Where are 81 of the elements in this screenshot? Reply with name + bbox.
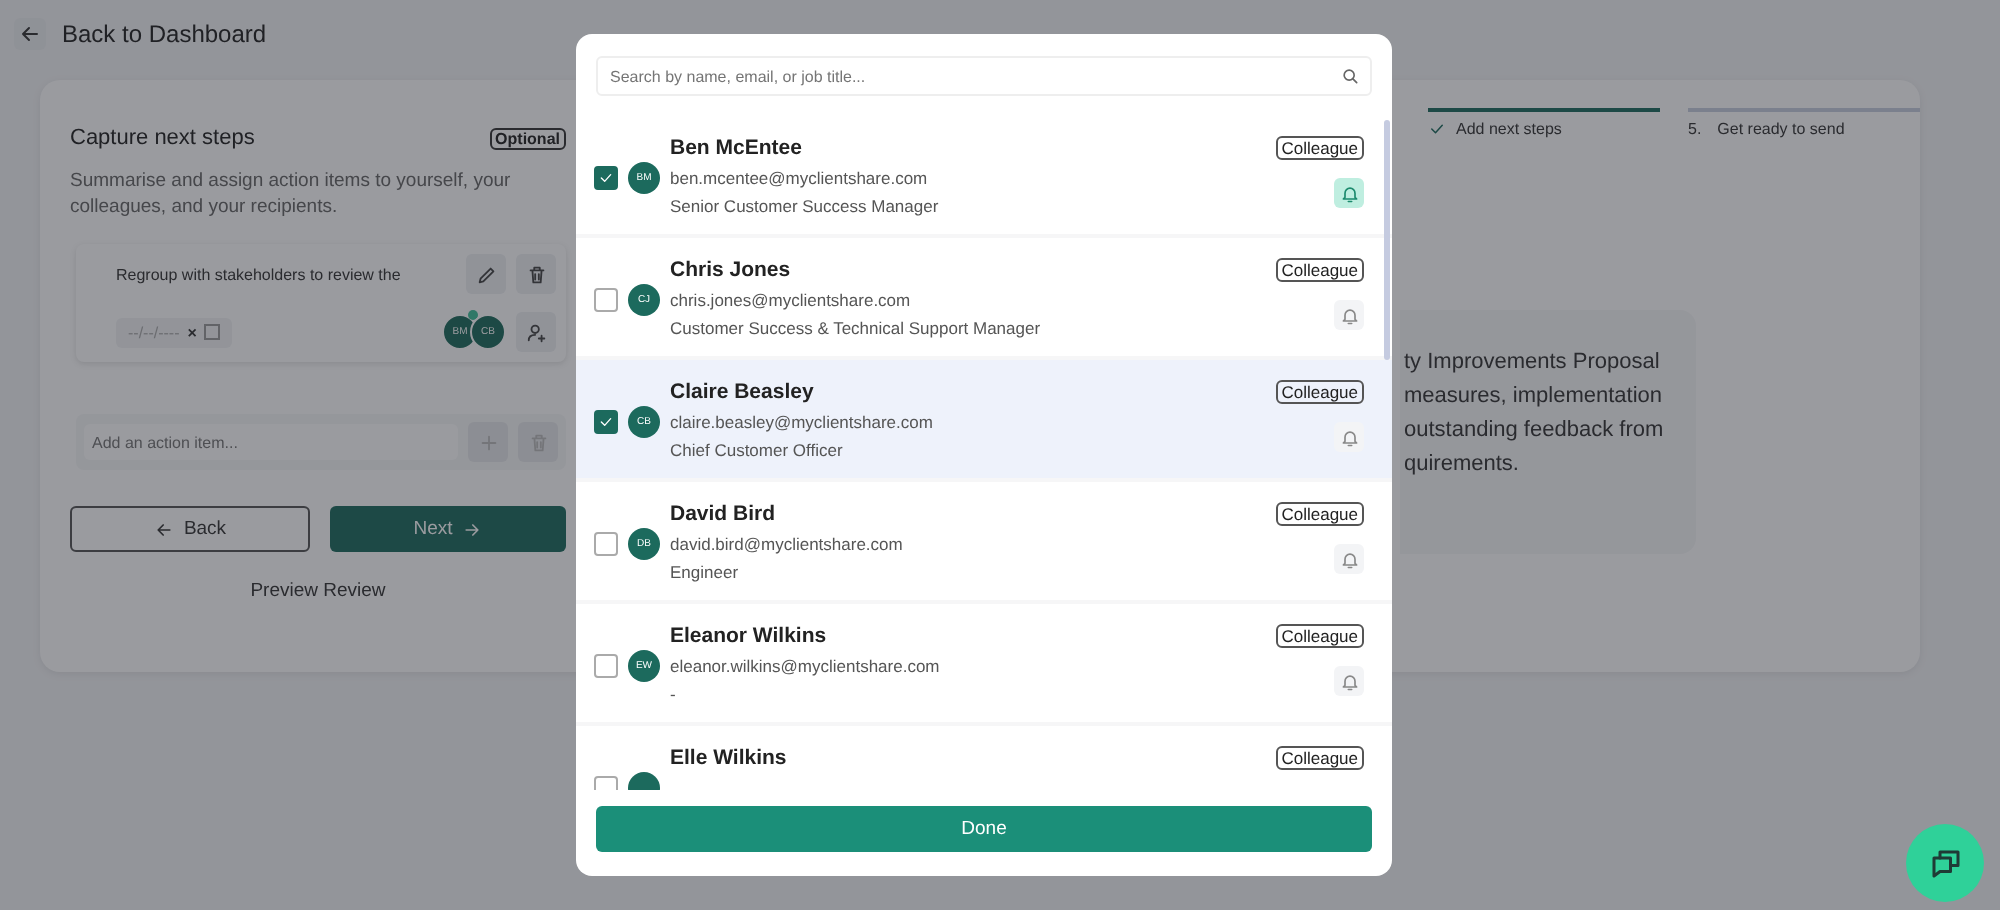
person-checkbox[interactable]	[594, 654, 618, 678]
person-email: ben.mcentee@myclientshare.com	[670, 168, 930, 188]
date-placeholder: --/--/----	[128, 323, 180, 341]
notify-button[interactable]	[1334, 178, 1364, 208]
preview-review-link[interactable]: Preview Review	[70, 580, 566, 602]
person-checkbox[interactable]	[594, 166, 618, 190]
optional-tag: Optional	[489, 127, 566, 149]
person-name: Chris Jones	[670, 258, 793, 282]
summary-text-line: outstanding feedback from	[1404, 416, 1666, 446]
person-row[interactable]: Elle Wilkins Colleague	[576, 726, 1392, 790]
person-checkbox[interactable]	[594, 288, 618, 312]
bell-icon	[1339, 183, 1359, 203]
colleague-tag: Colleague	[1275, 502, 1364, 526]
date-field[interactable]: --/--/---- ×	[116, 317, 233, 347]
bell-icon	[1339, 549, 1359, 569]
notify-button[interactable]	[1334, 666, 1364, 696]
bell-icon	[1339, 305, 1359, 325]
person-email: chris.jones@myclientshare.com	[670, 290, 913, 310]
assign-button[interactable]	[516, 312, 556, 352]
date-checkbox[interactable]	[204, 324, 221, 340]
trash-icon	[527, 431, 549, 453]
action-item-text: Regroup with stakeholders to review the	[116, 265, 403, 283]
step-label: Get ready to send	[1717, 120, 1845, 138]
summary-text-line: measures, implementation	[1404, 382, 1665, 412]
step-label: Add next steps	[1456, 120, 1562, 138]
colleague-tag: Colleague	[1275, 624, 1364, 648]
bell-icon	[1339, 671, 1359, 691]
clear-date-button[interactable]: ×	[187, 323, 197, 341]
back-to-dashboard-link[interactable]: Back to Dashboard	[62, 20, 267, 48]
person-email: david.bird@myclientshare.com	[670, 534, 905, 554]
add-user-icon	[525, 321, 547, 343]
notify-button[interactable]	[1334, 544, 1364, 574]
person-checkbox[interactable]	[594, 532, 618, 556]
delete-button[interactable]	[516, 254, 556, 294]
back-button[interactable]: Back	[70, 506, 310, 552]
chat-button[interactable]	[1906, 824, 1984, 902]
person-email: eleanor.wilkins@myclientshare.com	[670, 656, 942, 676]
person-name: David Bird	[670, 502, 778, 526]
bell-icon	[1339, 427, 1359, 447]
chat-icon	[1927, 845, 1963, 881]
step-number: 5.	[1688, 120, 1702, 138]
person-email: claire.beasley@myclientshare.com	[670, 412, 935, 432]
back-arrow-icon	[18, 22, 42, 46]
colleague-tag: Colleague	[1275, 136, 1364, 160]
search-icon	[1340, 66, 1360, 86]
check-icon	[1428, 120, 1446, 138]
notify-button[interactable]	[1334, 422, 1364, 452]
summary-text-line: quirements.	[1404, 450, 1521, 480]
done-button[interactable]: Done	[596, 806, 1372, 852]
check-icon	[598, 414, 614, 430]
pencil-icon	[475, 263, 497, 285]
progress-step[interactable]: Add next steps	[1428, 108, 1660, 138]
section-description: Summarise and assign action items to yourself, your colleagues, and your recipients.	[70, 168, 513, 220]
plus-icon	[477, 431, 499, 453]
person-job-title: -	[670, 684, 678, 704]
person-name: Eleanor Wilkins	[670, 624, 829, 648]
trash-icon	[525, 263, 547, 285]
person-job-title: Customer Success & Technical Support Manager	[670, 318, 1043, 338]
person-name: Ben McEntee	[670, 136, 804, 160]
left-arrow-icon	[153, 519, 174, 539]
person-job-title: Chief Customer Officer	[670, 440, 845, 460]
colleague-tag: Colleague	[1275, 258, 1364, 282]
action-item-input[interactable]: Add an action item...	[84, 424, 458, 460]
colleague-tag: Colleague	[1275, 380, 1364, 404]
back-button[interactable]	[14, 18, 46, 50]
check-icon	[598, 170, 614, 186]
section-title: Capture next steps	[70, 126, 255, 150]
summary-text-line: ty Improvements Proposal	[1404, 348, 1662, 378]
person-job-title: Engineer	[670, 562, 741, 582]
person-name: Elle Wilkins	[670, 746, 789, 770]
progress-step[interactable]: 5. Get ready to send	[1688, 108, 1920, 138]
notification-dot	[468, 310, 478, 320]
edit-button[interactable]	[466, 254, 506, 294]
person-name: Claire Beasley	[670, 380, 816, 404]
person-checkbox[interactable]	[594, 410, 618, 434]
next-button[interactable]: Next	[330, 506, 566, 552]
colleague-tag: Colleague	[1275, 746, 1364, 770]
notify-button[interactable]	[1334, 300, 1364, 330]
person-job-title: Senior Customer Success Manager	[670, 196, 941, 216]
right-arrow-icon	[462, 519, 483, 539]
search-field[interactable]: Search by name, email, or job title...	[596, 56, 1372, 96]
